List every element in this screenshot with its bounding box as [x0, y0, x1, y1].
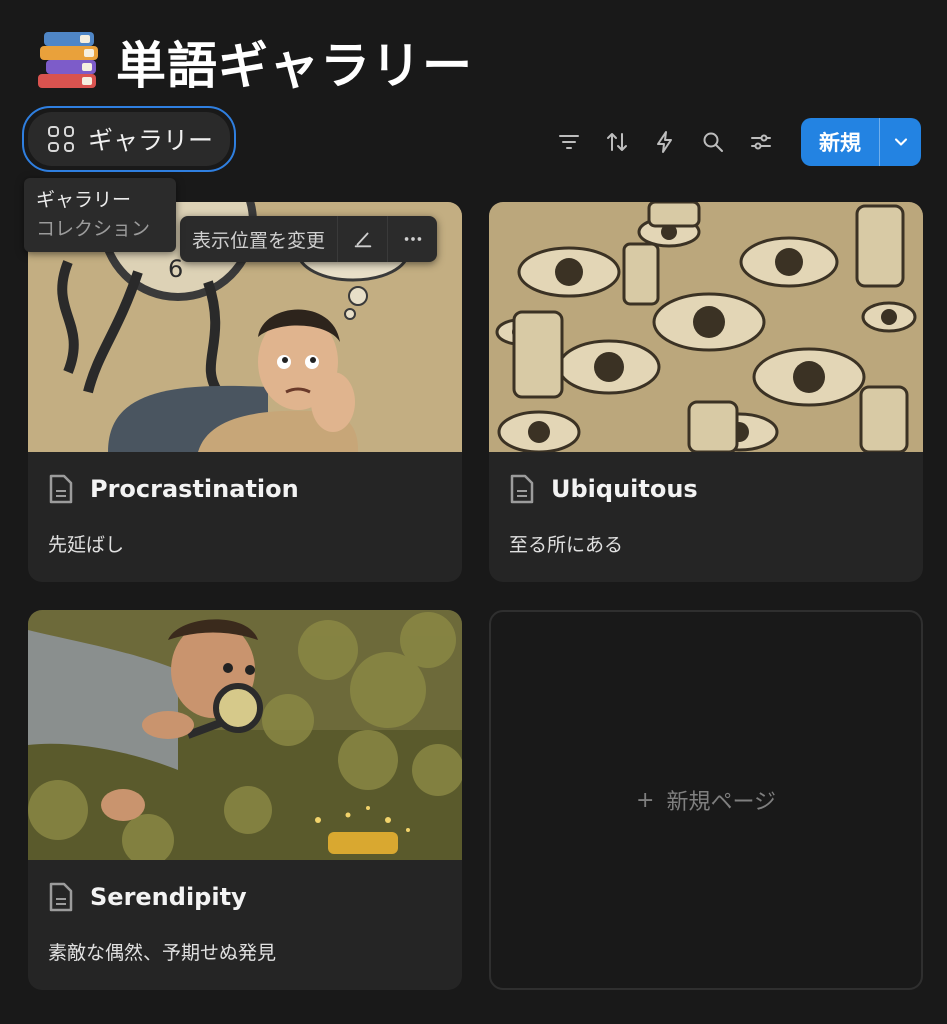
- books-icon[interactable]: [36, 30, 98, 94]
- new-page-label: 新規ページ: [666, 790, 776, 815]
- gallery-page: 単語ギャラリー ギャラリー 新規 6 Procrastination 先延ばし …: [0, 0, 947, 1024]
- move-position-button[interactable]: 表示位置を変更: [180, 216, 337, 262]
- new-page-card[interactable]: + 新規ページ: [489, 610, 923, 990]
- chevron-down-icon[interactable]: [879, 118, 921, 166]
- card-subtitle: 先延ばし: [48, 534, 125, 556]
- view-tab-gallery[interactable]: ギャラリー: [22, 106, 236, 172]
- edit-icon[interactable]: [337, 216, 387, 262]
- search-icon[interactable]: [689, 118, 737, 166]
- card-title: Ubiquitous: [551, 475, 698, 503]
- card-title: Procrastination: [90, 475, 299, 503]
- tooltip-subtitle: コレクション: [36, 218, 151, 240]
- card-cover-image: [28, 610, 462, 860]
- settings-icon[interactable]: [737, 118, 785, 166]
- filter-icon[interactable]: [545, 118, 593, 166]
- new-button[interactable]: 新規: [801, 118, 879, 166]
- card-hover-actions: 表示位置を変更: [180, 216, 438, 262]
- database-toolbar: 新規: [545, 118, 921, 166]
- page-icon: [49, 882, 73, 912]
- page-icon: [510, 474, 534, 504]
- plus-icon: +: [636, 787, 655, 813]
- card-subtitle: 素敵な偶然、予期せぬ発見: [48, 942, 277, 964]
- tooltip-title: ギャラリー: [36, 189, 132, 211]
- new-button-group: 新規: [801, 118, 921, 166]
- sort-icon[interactable]: [593, 118, 641, 166]
- automation-icon[interactable]: [641, 118, 689, 166]
- card-subtitle: 至る所にある: [509, 534, 624, 556]
- page-title[interactable]: 単語ギャラリー: [116, 26, 473, 98]
- more-icon[interactable]: [387, 216, 437, 262]
- page-icon: [49, 474, 73, 504]
- page-header: 単語ギャラリー: [36, 26, 473, 98]
- gallery-card[interactable]: Ubiquitous 至る所にある: [489, 202, 923, 582]
- gallery-grid-icon: [48, 126, 74, 152]
- gallery-card[interactable]: Serendipity 素敵な偶然、予期せぬ発見: [28, 610, 462, 990]
- card-cover-image: [489, 202, 923, 452]
- view-tooltip: ギャラリー コレクション: [24, 178, 176, 252]
- card-title: Serendipity: [90, 883, 247, 911]
- view-tab-label: ギャラリー: [88, 126, 214, 155]
